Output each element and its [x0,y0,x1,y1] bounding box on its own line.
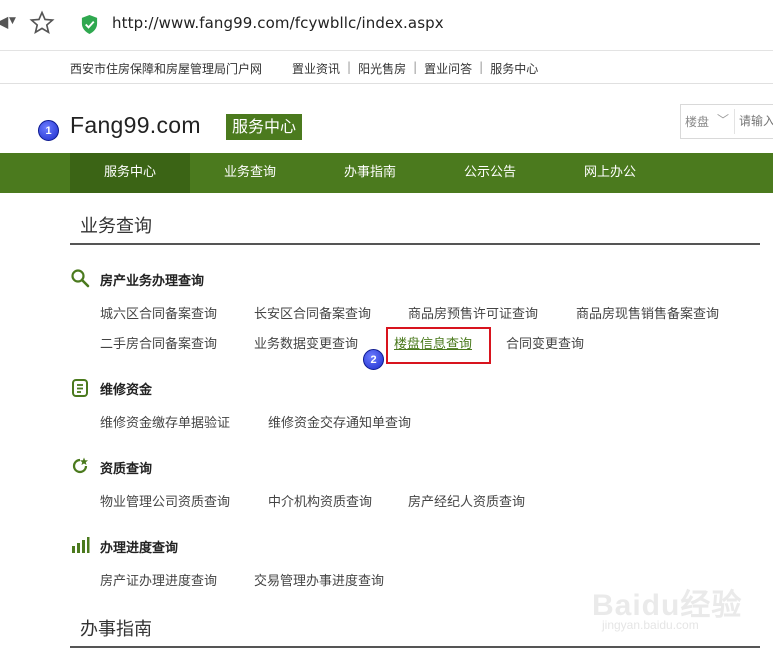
top-link-qa[interactable]: 置业问答 [424,60,472,77]
search-box: 楼盘 ﹀ [680,104,773,139]
category-title-property-business: 房产业务办理查询 [100,274,205,289]
link-transaction-progress[interactable]: 交易管理办事进度查询 [254,570,384,589]
refresh-star-icon [72,457,88,474]
link-certificate-progress[interactable]: 房产证办理进度查询 [100,570,217,589]
nav-tab-online-office[interactable]: 网上办公 [550,153,670,193]
search-input[interactable] [739,110,773,132]
link-city-contract-filing[interactable]: 城六区合同备案查询 [100,303,217,322]
divider [734,109,735,134]
section-title-business-query: 业务查询 [80,216,152,237]
top-menu: 置业资讯 | 阳光售房 | 置业问答 | 服务中心 [292,60,538,77]
nav-tab-business-query[interactable]: 业务查询 [190,153,310,193]
link-changan-contract-filing[interactable]: 长安区合同备案查询 [254,303,371,322]
chevron-down-icon[interactable]: ﹀ [717,111,729,128]
top-link-service-center[interactable]: 服务中心 [490,60,538,77]
link-data-change[interactable]: 业务数据变更查询 [254,333,358,352]
secure-shield-icon [81,15,98,34]
main-nav: 服务中心 业务查询 办事指南 公示公告 网上办公 [0,153,773,193]
category-title-progress: 办理进度查询 [100,541,179,556]
section-title-guide: 办事指南 [80,619,152,640]
link-property-mgmt-qualification[interactable]: 物业管理公司资质查询 [100,491,230,510]
site-logo[interactable]: Fang99.com [70,112,201,139]
search-icon [71,269,90,288]
service-center-tag: 服务中心 [226,114,303,140]
nav-tab-announcements[interactable]: 公示公告 [430,153,550,193]
separator: | [413,60,418,74]
link-spot-sale-filing[interactable]: 商品房现售销售备案查询 [576,303,719,322]
top-links-bar: 西安市住房保障和房屋管理局门户网 置业资讯 | 阳光售房 | 置业问答 | 服务… [0,51,773,84]
highlight-box [386,327,491,364]
link-contract-change[interactable]: 合同变更查询 [506,333,584,352]
top-link-news[interactable]: 置业资讯 [292,60,340,77]
step-badge-1: 1 [38,120,59,141]
baidu-watermark: Baidu经验 jingyan.baidu.com [592,570,752,640]
nav-tab-service-center[interactable]: 服务中心 [70,153,190,193]
link-fund-receipt-verify[interactable]: 维修资金缴存单据验证 [100,412,230,431]
site-header: 1 Fang99.com 服务中心 楼盘 ﹀ [0,84,773,153]
document-icon [72,379,88,397]
link-fund-notice-query[interactable]: 维修资金交存通知单查询 [268,412,411,431]
separator: | [479,60,484,74]
search-type-select[interactable]: 楼盘 [685,113,709,130]
bookmark-star-icon[interactable] [28,9,56,37]
portal-link[interactable]: 西安市住房保障和房屋管理局门户网 [70,60,262,77]
step-badge-2: 2 [363,349,384,370]
top-link-sunshine-sales[interactable]: 阳光售房 [358,60,406,77]
category-title-qualification: 资质查询 [100,462,153,477]
link-agency-qualification[interactable]: 中介机构资质查询 [268,491,372,510]
link-secondhand-contract[interactable]: 二手房合同备案查询 [100,333,217,352]
category-title-maintenance-fund: 维修资金 [100,383,153,398]
watermark-url: jingyan.baidu.com [602,618,699,632]
separator: | [347,60,352,74]
url-field[interactable]: http://www.fang99.com/fcywbllc/index.asp… [112,14,444,32]
back-icon[interactable]: ◀ [0,12,8,31]
dropdown-caret-icon[interactable]: ▼ [9,16,16,26]
section-divider [70,243,760,245]
nav-tab-guide[interactable]: 办事指南 [310,153,430,193]
link-broker-qualification[interactable]: 房产经纪人资质查询 [408,491,525,510]
browser-address-bar: ◀ ▼ http://www.fang99.com/fcywbllc/index… [0,0,773,51]
bar-chart-icon [72,537,90,553]
link-presale-permit[interactable]: 商品房预售许可证查询 [408,303,538,322]
section-divider [70,646,760,648]
